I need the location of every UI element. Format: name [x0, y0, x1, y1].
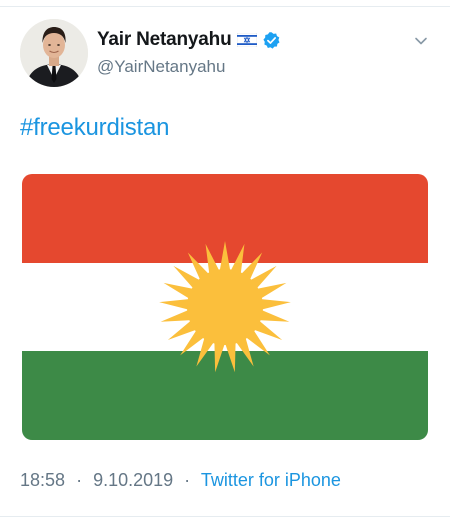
tweet-meta: 18:58 · 9.10.2019 · Twitter for iPhone [20, 470, 341, 491]
top-divider [0, 6, 450, 7]
meta-separator: · [184, 470, 191, 490]
handle[interactable]: @YairNetanyahu [97, 57, 281, 77]
tweet-hashtag-link[interactable]: #freekurdistan [20, 114, 169, 142]
meta-separator: · [76, 470, 83, 490]
chevron-down-icon[interactable] [414, 34, 428, 48]
display-name[interactable]: Yair Netanyahu [97, 29, 232, 51]
name-row: Yair Netanyahu [97, 28, 281, 52]
tweet-source-link[interactable]: Twitter for iPhone [201, 470, 341, 490]
verified-badge-icon [262, 31, 281, 50]
tweet-time[interactable]: 18:58 [20, 470, 65, 490]
israel-flag-icon [237, 32, 258, 48]
sun-disc [187, 269, 263, 345]
avatar[interactable] [20, 19, 88, 87]
tweet-media-image[interactable] [22, 174, 428, 440]
avatar-image [20, 19, 88, 87]
bottom-divider [0, 516, 450, 517]
user-block[interactable]: Yair Netanyahu @YairNetanyahu [97, 28, 281, 77]
kurdistan-flag-image [22, 174, 428, 440]
tweet-date[interactable]: 9.10.2019 [93, 470, 173, 490]
